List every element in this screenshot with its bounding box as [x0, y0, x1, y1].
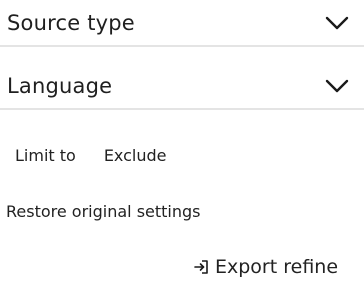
exclude-button[interactable]: Exclude [104, 146, 167, 165]
refine-actions: Limit to Exclude [15, 146, 167, 165]
export-icon [193, 259, 209, 275]
facet-source-type[interactable]: Source type [0, 0, 364, 47]
limit-to-button[interactable]: Limit to [15, 146, 76, 165]
restore-settings-link[interactable]: Restore original settings [6, 202, 201, 221]
export-refine-button[interactable]: Export refine [193, 256, 338, 278]
facet-source-type-label: Source type [7, 10, 135, 35]
export-refine-label: Export refine [215, 256, 339, 278]
chevron-down-icon[interactable] [324, 78, 350, 94]
chevron-down-icon[interactable] [324, 15, 350, 31]
facet-language-label: Language [7, 74, 113, 98]
facet-language[interactable]: Language [0, 64, 364, 110]
refine-panel: Source type Language Limit to Exclude Re… [0, 0, 364, 285]
